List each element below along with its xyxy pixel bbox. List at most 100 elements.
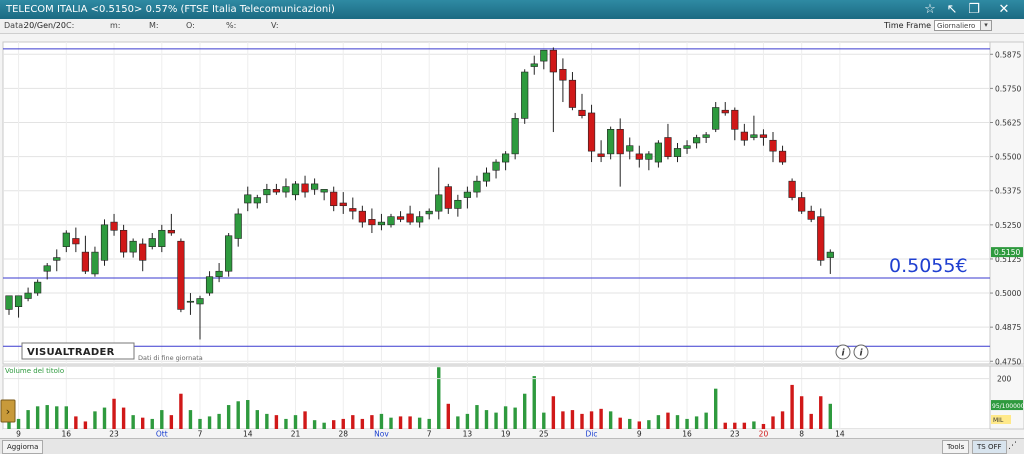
volume-bar xyxy=(303,411,307,429)
brand-logo: VISUALTRADER xyxy=(27,347,115,358)
price-callout: 0.5055€ xyxy=(889,255,968,277)
x-axis-label: 7 xyxy=(198,430,203,439)
volume-bar xyxy=(771,416,775,429)
candle-body xyxy=(72,238,80,245)
volume-bar xyxy=(513,407,517,429)
time-frame-select[interactable]: Giornaliero ▾ xyxy=(934,20,992,31)
candle-body xyxy=(387,216,395,226)
candle-body xyxy=(129,240,137,253)
x-axis-label: 14 xyxy=(243,430,253,439)
volume-bar xyxy=(494,412,498,429)
date-label: Data: xyxy=(4,21,26,30)
candle-body xyxy=(396,216,405,220)
tools-button[interactable]: Tools xyxy=(942,440,970,454)
volume-bar xyxy=(542,412,546,429)
candle xyxy=(788,178,796,201)
candle-body xyxy=(759,134,768,138)
volume-bar xyxy=(74,416,78,429)
volume-bar xyxy=(503,406,508,429)
volume-bar xyxy=(188,410,193,429)
price-tick-label: 0.5625 xyxy=(995,119,1021,128)
update-button[interactable]: Aggiorna xyxy=(2,440,44,454)
candle-body xyxy=(416,216,424,223)
star-icon[interactable]: ☆ xyxy=(920,0,940,19)
volume-bar xyxy=(265,413,269,429)
close-price-label: C: xyxy=(66,21,75,30)
volume-bar xyxy=(246,400,250,429)
x-axis-label: 16 xyxy=(682,430,692,439)
candle-body xyxy=(645,153,653,160)
volume-bar xyxy=(484,410,489,429)
candle-body xyxy=(5,295,13,310)
pin-icon[interactable]: ↖ xyxy=(942,0,962,19)
candle-body xyxy=(626,145,634,152)
volume-bar xyxy=(217,413,221,429)
candle-body xyxy=(530,63,538,67)
volume-bar xyxy=(207,416,212,429)
candle-body xyxy=(788,180,796,198)
price-tick-label: 0.5500 xyxy=(995,153,1021,162)
volume-bar xyxy=(198,418,202,429)
candle-body xyxy=(263,189,271,196)
candle-body xyxy=(139,243,147,261)
volume-panel-title: Volume del titolo xyxy=(5,367,64,375)
candle-body xyxy=(616,129,624,155)
x-axis-label: Nov xyxy=(374,430,389,439)
candle-body xyxy=(597,153,605,157)
volume-bar xyxy=(169,415,174,429)
price-plot-background xyxy=(2,41,991,365)
volume-bar xyxy=(637,421,641,429)
x-axis-label: 9 xyxy=(16,430,21,439)
volume-bar xyxy=(465,413,470,429)
candle-body xyxy=(196,298,204,305)
volume-bar xyxy=(284,418,288,429)
volume-bar xyxy=(809,413,813,429)
restore-icon[interactable]: ❐ xyxy=(964,0,984,19)
candle-body xyxy=(702,134,710,138)
volume-bar xyxy=(599,408,603,429)
candle-body xyxy=(53,257,61,261)
volume-bar xyxy=(714,388,718,429)
candle xyxy=(817,208,825,266)
candle-body xyxy=(320,189,328,193)
candle-body xyxy=(253,197,261,204)
close-icon[interactable]: ✕ xyxy=(994,0,1014,19)
candle-body xyxy=(24,292,32,299)
candle-body xyxy=(110,221,118,231)
candle xyxy=(521,69,529,124)
candle-body xyxy=(521,71,529,119)
volume-bar xyxy=(64,406,68,429)
volume-bar xyxy=(523,393,527,429)
percent-label: %: xyxy=(226,21,237,30)
volume-bar xyxy=(293,415,298,429)
price-tick-label: 0.4750 xyxy=(995,357,1021,366)
candle-body xyxy=(482,172,491,182)
candle-body xyxy=(731,109,739,130)
price-panel: 0.5875 0.5750 0.5625 0.5500 0.5375 0.5250 0.51… xyxy=(2,41,1024,366)
candle-body xyxy=(91,251,99,275)
candle xyxy=(511,112,519,160)
open-price-label: O: xyxy=(186,21,195,30)
candle-body xyxy=(14,295,23,307)
chart-area[interactable]: 0.5875 0.5750 0.5625 0.5500 0.5375 0.5250 0.51… xyxy=(0,33,1024,438)
candle-body xyxy=(817,216,825,261)
volume-bar xyxy=(608,411,613,429)
candle-body xyxy=(721,109,729,114)
volume-bar xyxy=(332,420,336,429)
volume-bar xyxy=(589,411,594,429)
ts-off-button[interactable]: TS OFF xyxy=(972,440,1007,454)
volume-label: V: xyxy=(271,21,279,30)
candle xyxy=(100,219,109,266)
grip-icon[interactable]: ⋰ xyxy=(1008,439,1017,454)
volume-bar xyxy=(274,415,279,429)
volume-bar xyxy=(141,417,145,429)
volume-bar xyxy=(628,418,632,429)
volume-bar xyxy=(761,423,766,429)
candle-body xyxy=(807,210,815,220)
x-axis-label: 9 xyxy=(637,430,642,439)
candle xyxy=(34,279,42,296)
volume-bar xyxy=(799,396,804,429)
chevron-down-icon: ▾ xyxy=(980,21,991,30)
candle-body xyxy=(568,79,577,108)
price-tick-label: 0.5875 xyxy=(995,50,1021,59)
